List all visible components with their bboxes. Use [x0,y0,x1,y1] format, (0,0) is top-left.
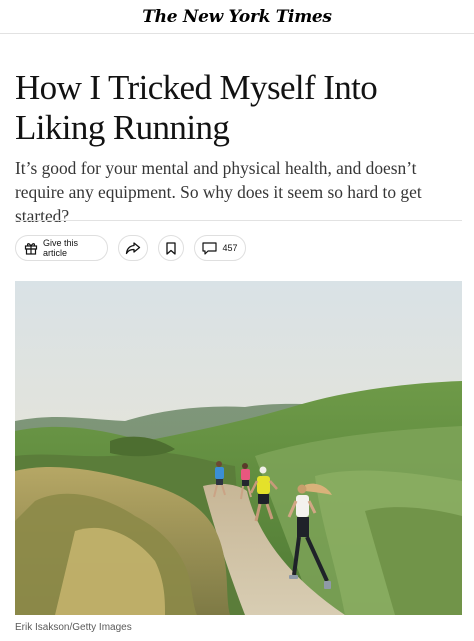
gift-icon [24,241,38,255]
article-action-bar: Give this article 457 [15,235,246,261]
article-summary: It’s good for your mental and physical h… [15,158,422,226]
comments-button[interactable]: 457 [194,235,246,261]
comment-count: 457 [222,243,238,253]
share-button[interactable] [118,235,148,261]
comment-bubble-icon [202,241,218,255]
nyt-logo[interactable]: The New York Times [142,7,332,27]
divider [15,220,462,221]
masthead: The New York Times [0,0,474,34]
photo-credit: Erik Isakson/Getty Images [15,622,132,633]
article-headline: How I Tricked Myself Into Liking Running [15,68,378,147]
share-arrow-icon [125,241,141,255]
save-button[interactable] [158,235,184,261]
gift-button-label: Give this article [43,238,79,258]
gift-article-button[interactable]: Give this article [15,235,108,261]
bookmark-icon [166,241,176,255]
article-lead-photo [15,281,462,615]
